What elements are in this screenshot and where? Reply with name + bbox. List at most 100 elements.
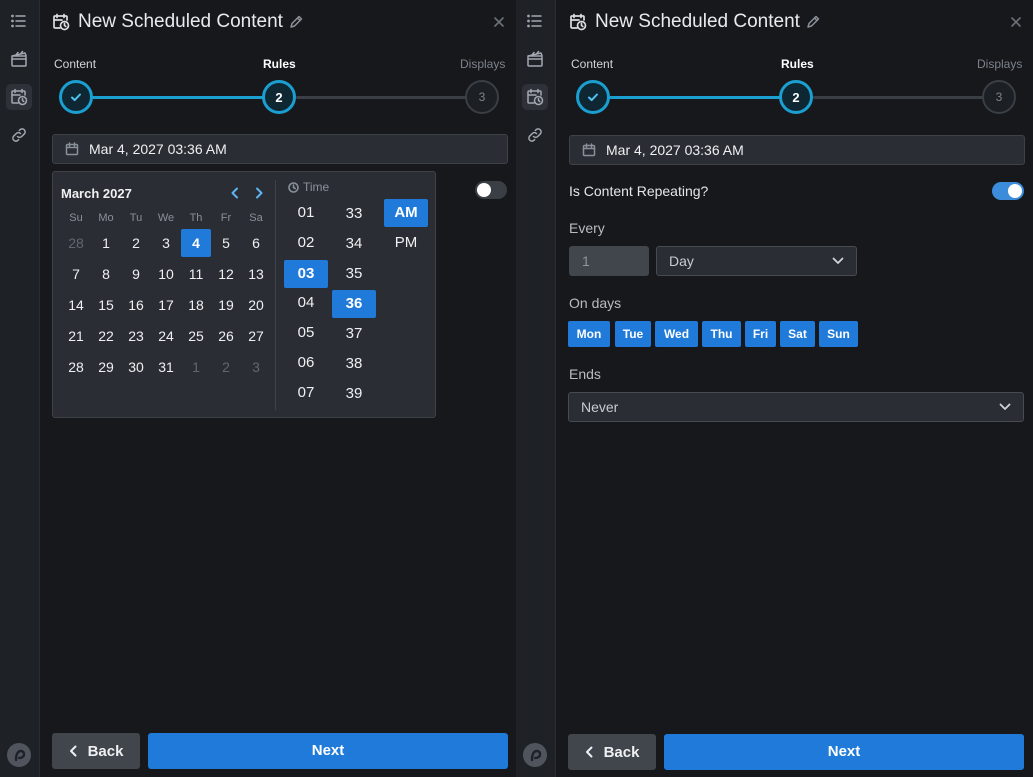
brand-logo-icon[interactable] — [523, 743, 547, 767]
prev-month-button[interactable] — [229, 186, 241, 200]
calendar-day[interactable]: 5 — [211, 229, 241, 257]
rail-media-button[interactable] — [6, 46, 32, 72]
step-rules-circle[interactable]: 2 — [779, 80, 813, 114]
minute-option[interactable]: 34 — [332, 230, 376, 258]
minute-option-selected[interactable]: 36 — [332, 290, 376, 318]
calendar-day-outside-month[interactable]: 28 — [61, 229, 91, 257]
day-chip-wed[interactable]: Wed — [655, 321, 698, 347]
calendar-day[interactable]: 28 — [61, 353, 91, 381]
calendar-day[interactable]: 10 — [151, 260, 181, 288]
minute-option[interactable]: 38 — [332, 350, 376, 378]
rail-link-button[interactable] — [6, 122, 32, 148]
calendar-day[interactable]: 3 — [151, 229, 181, 257]
brand-logo-icon[interactable] — [7, 743, 31, 767]
am-option-selected[interactable]: AM — [384, 199, 428, 227]
calendar-day[interactable]: 9 — [121, 260, 151, 288]
calendar-day[interactable]: 13 — [241, 260, 271, 288]
hour-option[interactable]: 04 — [284, 289, 328, 317]
calendar-day[interactable]: 27 — [241, 322, 271, 350]
step-displays-circle[interactable]: 3 — [982, 80, 1016, 114]
hour-option[interactable]: 06 — [284, 349, 328, 377]
minute-option[interactable]: 39 — [332, 380, 376, 408]
hour-option-selected[interactable]: 03 — [284, 260, 328, 288]
hour-option[interactable]: 01 — [284, 199, 328, 227]
back-button[interactable]: Back — [52, 733, 140, 769]
weekday-header: Th — [189, 212, 203, 224]
every-unit-select[interactable]: Day — [656, 246, 857, 276]
day-chip-thu[interactable]: Thu — [702, 321, 741, 347]
calendar-day[interactable]: 1 — [91, 229, 121, 257]
calendar-clock-icon — [11, 88, 28, 106]
step-content-circle[interactable] — [576, 80, 610, 114]
rail-schedule-button[interactable] — [6, 84, 32, 110]
edit-title-icon[interactable] — [806, 15, 820, 29]
pm-option[interactable]: PM — [384, 229, 428, 257]
calendar-day[interactable]: 24 — [151, 322, 181, 350]
day-chip-tue[interactable]: Tue — [615, 321, 651, 347]
minute-option[interactable]: 35 — [332, 260, 376, 288]
link-icon — [528, 128, 542, 142]
rail-schedule-button[interactable] — [522, 84, 548, 110]
start-datetime-input[interactable]: Mar 4, 2027 03:36 AM — [569, 135, 1025, 165]
hour-option[interactable]: 07 — [284, 379, 328, 407]
chevron-down-icon — [832, 257, 844, 264]
day-chip-sun[interactable]: Sun — [819, 321, 858, 347]
step-displays-circle[interactable]: 3 — [465, 80, 499, 114]
calendar-day[interactable]: 23 — [121, 322, 151, 350]
rail-list-button[interactable] — [522, 8, 548, 34]
rail-media-button[interactable] — [522, 46, 548, 72]
calendar-day-outside-month[interactable]: 1 — [181, 353, 211, 381]
calendar-day[interactable]: 7 — [61, 260, 91, 288]
calendar-day-outside-month[interactable]: 3 — [241, 353, 271, 381]
calendar-day[interactable]: 19 — [211, 291, 241, 319]
day-chip-sat[interactable]: Sat — [780, 321, 815, 347]
back-button[interactable]: Back — [568, 734, 656, 770]
calendar-day[interactable]: 26 — [211, 322, 241, 350]
clock-icon — [288, 181, 299, 193]
calendar-day[interactable]: 29 — [91, 353, 121, 381]
chevron-right-icon — [256, 187, 263, 199]
calendar-day-outside-month[interactable]: 2 — [211, 353, 241, 381]
calendar-day[interactable]: 16 — [121, 291, 151, 319]
calendar-day[interactable]: 21 — [61, 322, 91, 350]
minute-option[interactable]: 33 — [332, 200, 376, 228]
calendar-day[interactable]: 6 — [241, 229, 271, 257]
calendar-day[interactable]: 22 — [91, 322, 121, 350]
repeat-toggle[interactable] — [992, 182, 1024, 200]
calendar-day-selected[interactable]: 4 — [181, 229, 211, 257]
start-datetime-input[interactable]: Mar 4, 2027 03:36 AM — [52, 134, 508, 164]
close-icon[interactable] — [492, 15, 506, 29]
next-month-button[interactable] — [253, 186, 265, 200]
hour-option[interactable]: 02 — [284, 229, 328, 257]
rail-list-button[interactable] — [6, 8, 32, 34]
calendar-day[interactable]: 31 — [151, 353, 181, 381]
calendar-day[interactable]: 14 — [61, 291, 91, 319]
calendar-day[interactable]: 15 — [91, 291, 121, 319]
calendar-day[interactable]: 17 — [151, 291, 181, 319]
step-rules-circle[interactable]: 2 — [262, 80, 296, 114]
repeat-toggle[interactable] — [475, 181, 507, 199]
calendar-clock-icon — [52, 13, 70, 31]
hour-option[interactable]: 05 — [284, 319, 328, 347]
list-icon — [527, 14, 542, 28]
calendar-day[interactable]: 11 — [181, 260, 211, 288]
step-content-circle[interactable] — [59, 80, 93, 114]
calendar-day[interactable]: 18 — [181, 291, 211, 319]
ends-select[interactable]: Never — [568, 392, 1024, 422]
calendar-day[interactable]: 30 — [121, 353, 151, 381]
rail-link-button[interactable] — [522, 122, 548, 148]
start-datetime-value: Mar 4, 2027 03:36 AM — [89, 141, 227, 157]
close-icon[interactable] — [1009, 15, 1023, 29]
edit-title-icon[interactable] — [289, 15, 303, 29]
next-button[interactable]: Next — [664, 734, 1024, 770]
every-interval-input[interactable]: 1 — [569, 246, 649, 276]
calendar-day[interactable]: 12 — [211, 260, 241, 288]
minute-option[interactable]: 37 — [332, 320, 376, 348]
next-button[interactable]: Next — [148, 733, 508, 769]
calendar-day[interactable]: 20 — [241, 291, 271, 319]
day-chip-mon[interactable]: Mon — [568, 321, 610, 347]
calendar-day[interactable]: 8 — [91, 260, 121, 288]
calendar-day[interactable]: 2 — [121, 229, 151, 257]
calendar-day[interactable]: 25 — [181, 322, 211, 350]
day-chip-fri[interactable]: Fri — [745, 321, 776, 347]
